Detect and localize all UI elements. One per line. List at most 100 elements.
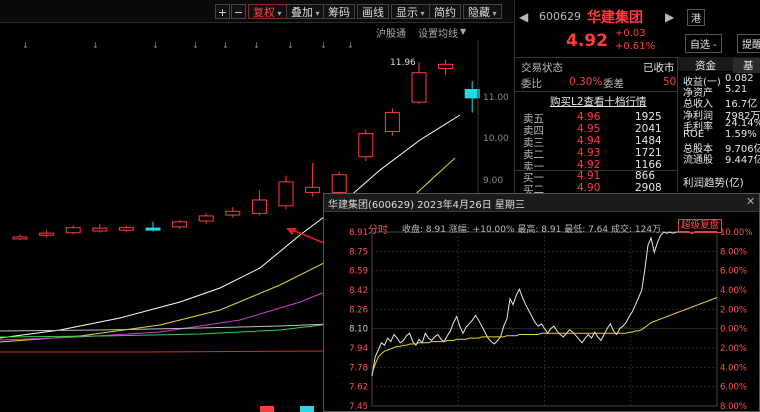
ask-volume: 2041 <box>635 123 662 135</box>
chips-button[interactable]: 筹码 <box>323 4 355 19</box>
trade-status-label: 交易状态 <box>521 62 563 74</box>
tab-basic[interactable]: 基 <box>733 58 760 73</box>
event-arrow-icon: ↓ <box>287 41 294 50</box>
pct-axis-label: 4.00% <box>720 363 747 373</box>
ask-volume: 1721 <box>635 147 662 159</box>
zoom-in-button[interactable]: + <box>215 4 230 19</box>
bid-price: 4.91 <box>577 170 601 182</box>
high-price-label: 11.96 <box>390 58 416 68</box>
y-axis-label: 8.59 <box>349 267 368 277</box>
candle-body <box>92 227 108 232</box>
candle-body <box>384 112 400 132</box>
finance-value: 24.14% <box>725 117 760 129</box>
chevron-down-icon[interactable]: ▼ <box>460 27 466 36</box>
tab-intraday[interactable]: 分时 <box>368 221 388 236</box>
y-axis-label: 8.91 <box>349 228 368 238</box>
candle-body <box>331 174 347 193</box>
chart-toolbar: + − 复权 叠加 筹码 画线 显示 简约 隐藏 <box>0 0 513 23</box>
overlay-dropdown[interactable]: 叠加 <box>286 4 325 19</box>
price-axis-label: 9.00 <box>483 176 504 186</box>
exchange-connect-label: 沪股通 <box>376 29 406 40</box>
intraday-chart[interactable]: 8.91 10.00% 8.75 8.00% 8.59 6.00% 8.42 4.00% 8.2… <box>324 212 759 412</box>
y-axis-label: 8.10 <box>349 325 368 335</box>
volume-bar <box>300 406 314 412</box>
order-diff-label: 委差 <box>603 78 624 90</box>
price-change: +0.03 <box>615 28 646 39</box>
event-arrow-icon: ↓ <box>222 41 229 50</box>
candle-body <box>225 210 241 216</box>
candle-body <box>411 72 427 103</box>
hk-connect-badge: 港 <box>687 9 705 26</box>
candle-body <box>198 215 214 222</box>
candle-body <box>358 133 374 158</box>
finance-value: 0.082 <box>725 73 754 84</box>
ask-price: 4.94 <box>577 135 601 147</box>
ask-volume: 1484 <box>635 135 662 147</box>
profit-trend-label: 利润趋势(亿) <box>683 177 744 189</box>
finance-label: 流通股 <box>683 155 713 167</box>
y-axis-label: 7.94 <box>349 344 368 354</box>
event-arrow-icon: ↓ <box>22 41 29 50</box>
candle-body <box>118 227 134 231</box>
y-axis-label: 7.62 <box>349 383 368 393</box>
draw-line-button[interactable]: 画线 <box>357 4 389 19</box>
order-ratio-value: 0.30% <box>569 76 603 88</box>
alert-button[interactable]: 提醒 <box>737 34 760 53</box>
volume-bar <box>260 406 274 412</box>
event-arrow-icon: ↓ <box>253 41 260 50</box>
ask-price: 4.95 <box>577 123 601 135</box>
chart-frame <box>371 231 718 407</box>
display-dropdown[interactable]: 显示 <box>391 4 430 19</box>
finance-value: 9.447亿 <box>725 155 760 167</box>
candle-body <box>172 221 188 228</box>
super-review-badge[interactable]: 超级复盘 <box>678 219 723 233</box>
hide-dropdown[interactable]: 隐藏 <box>463 4 502 19</box>
popup-stats: 收盘: 8.91 涨幅: +10.00% 最高: 8.91 最低: 7.64 成… <box>402 225 662 235</box>
finance-value: 5.21 <box>725 84 748 96</box>
finance-label: ROE <box>683 129 705 140</box>
buy-l2-link[interactable]: 购买L2查看十档行情 <box>550 94 647 109</box>
ma-settings-link[interactable]: 设置均线 <box>418 25 458 40</box>
ask-price: 4.93 <box>577 147 601 159</box>
event-arrow-icon: ↓ <box>152 41 159 50</box>
price-axis-label: 10.00 <box>483 134 509 144</box>
ask-volume: 1925 <box>635 111 662 123</box>
pct-axis-label: 8.00% <box>720 247 747 257</box>
pct-axis-label: 6.00% <box>720 383 747 393</box>
price-change-pct: +0.61% <box>615 41 656 52</box>
candle-body <box>305 186 321 193</box>
pct-axis-label: 2.00% <box>720 305 747 315</box>
candle-body <box>464 89 480 99</box>
price-axis-label: 11.00 <box>483 93 509 103</box>
y-axis-label: 7.78 <box>349 363 368 373</box>
pct-axis-label: 6.00% <box>720 267 747 277</box>
back-icon[interactable]: ◀ <box>519 10 528 24</box>
finance-value: 1.59% <box>725 129 757 140</box>
ma-line <box>0 350 331 353</box>
zoom-out-button[interactable]: − <box>231 4 246 19</box>
event-arrow-icon: ↓ <box>92 41 99 50</box>
popup-titlebar: 华建集团(600629) 2023年4月26日 星期三 ✕ <box>324 194 759 212</box>
adjust-dropdown[interactable]: 复权 <box>248 4 287 19</box>
y-axis-label: 8.75 <box>349 247 368 257</box>
y-axis-label: 8.42 <box>349 286 368 296</box>
candle-body <box>12 236 28 240</box>
candle-body <box>278 181 294 207</box>
pct-axis-label: 10.00% <box>720 228 752 238</box>
bid-volume: 866 <box>635 170 656 182</box>
trade-status-value: 已收市 <box>643 62 675 74</box>
forward-icon[interactable]: ▶ <box>665 10 674 24</box>
tab-fund[interactable]: 资金 <box>695 58 716 73</box>
y-axis-label: 7.45 <box>349 402 368 412</box>
event-arrow-icon: ↓ <box>320 41 327 50</box>
ask-price: 4.96 <box>577 111 601 123</box>
event-arrow-icon: ↓ <box>347 41 354 50</box>
close-icon[interactable]: ✕ <box>746 195 755 208</box>
candle-body <box>145 227 161 231</box>
add-watchlist-button[interactable]: 自选 - <box>685 34 722 53</box>
event-arrow-icon: ↓ <box>192 41 199 50</box>
candle-body <box>39 232 55 236</box>
simple-button[interactable]: 简约 <box>429 4 461 19</box>
candle-body <box>438 63 454 69</box>
order-ratio-label: 委比 <box>521 78 542 90</box>
